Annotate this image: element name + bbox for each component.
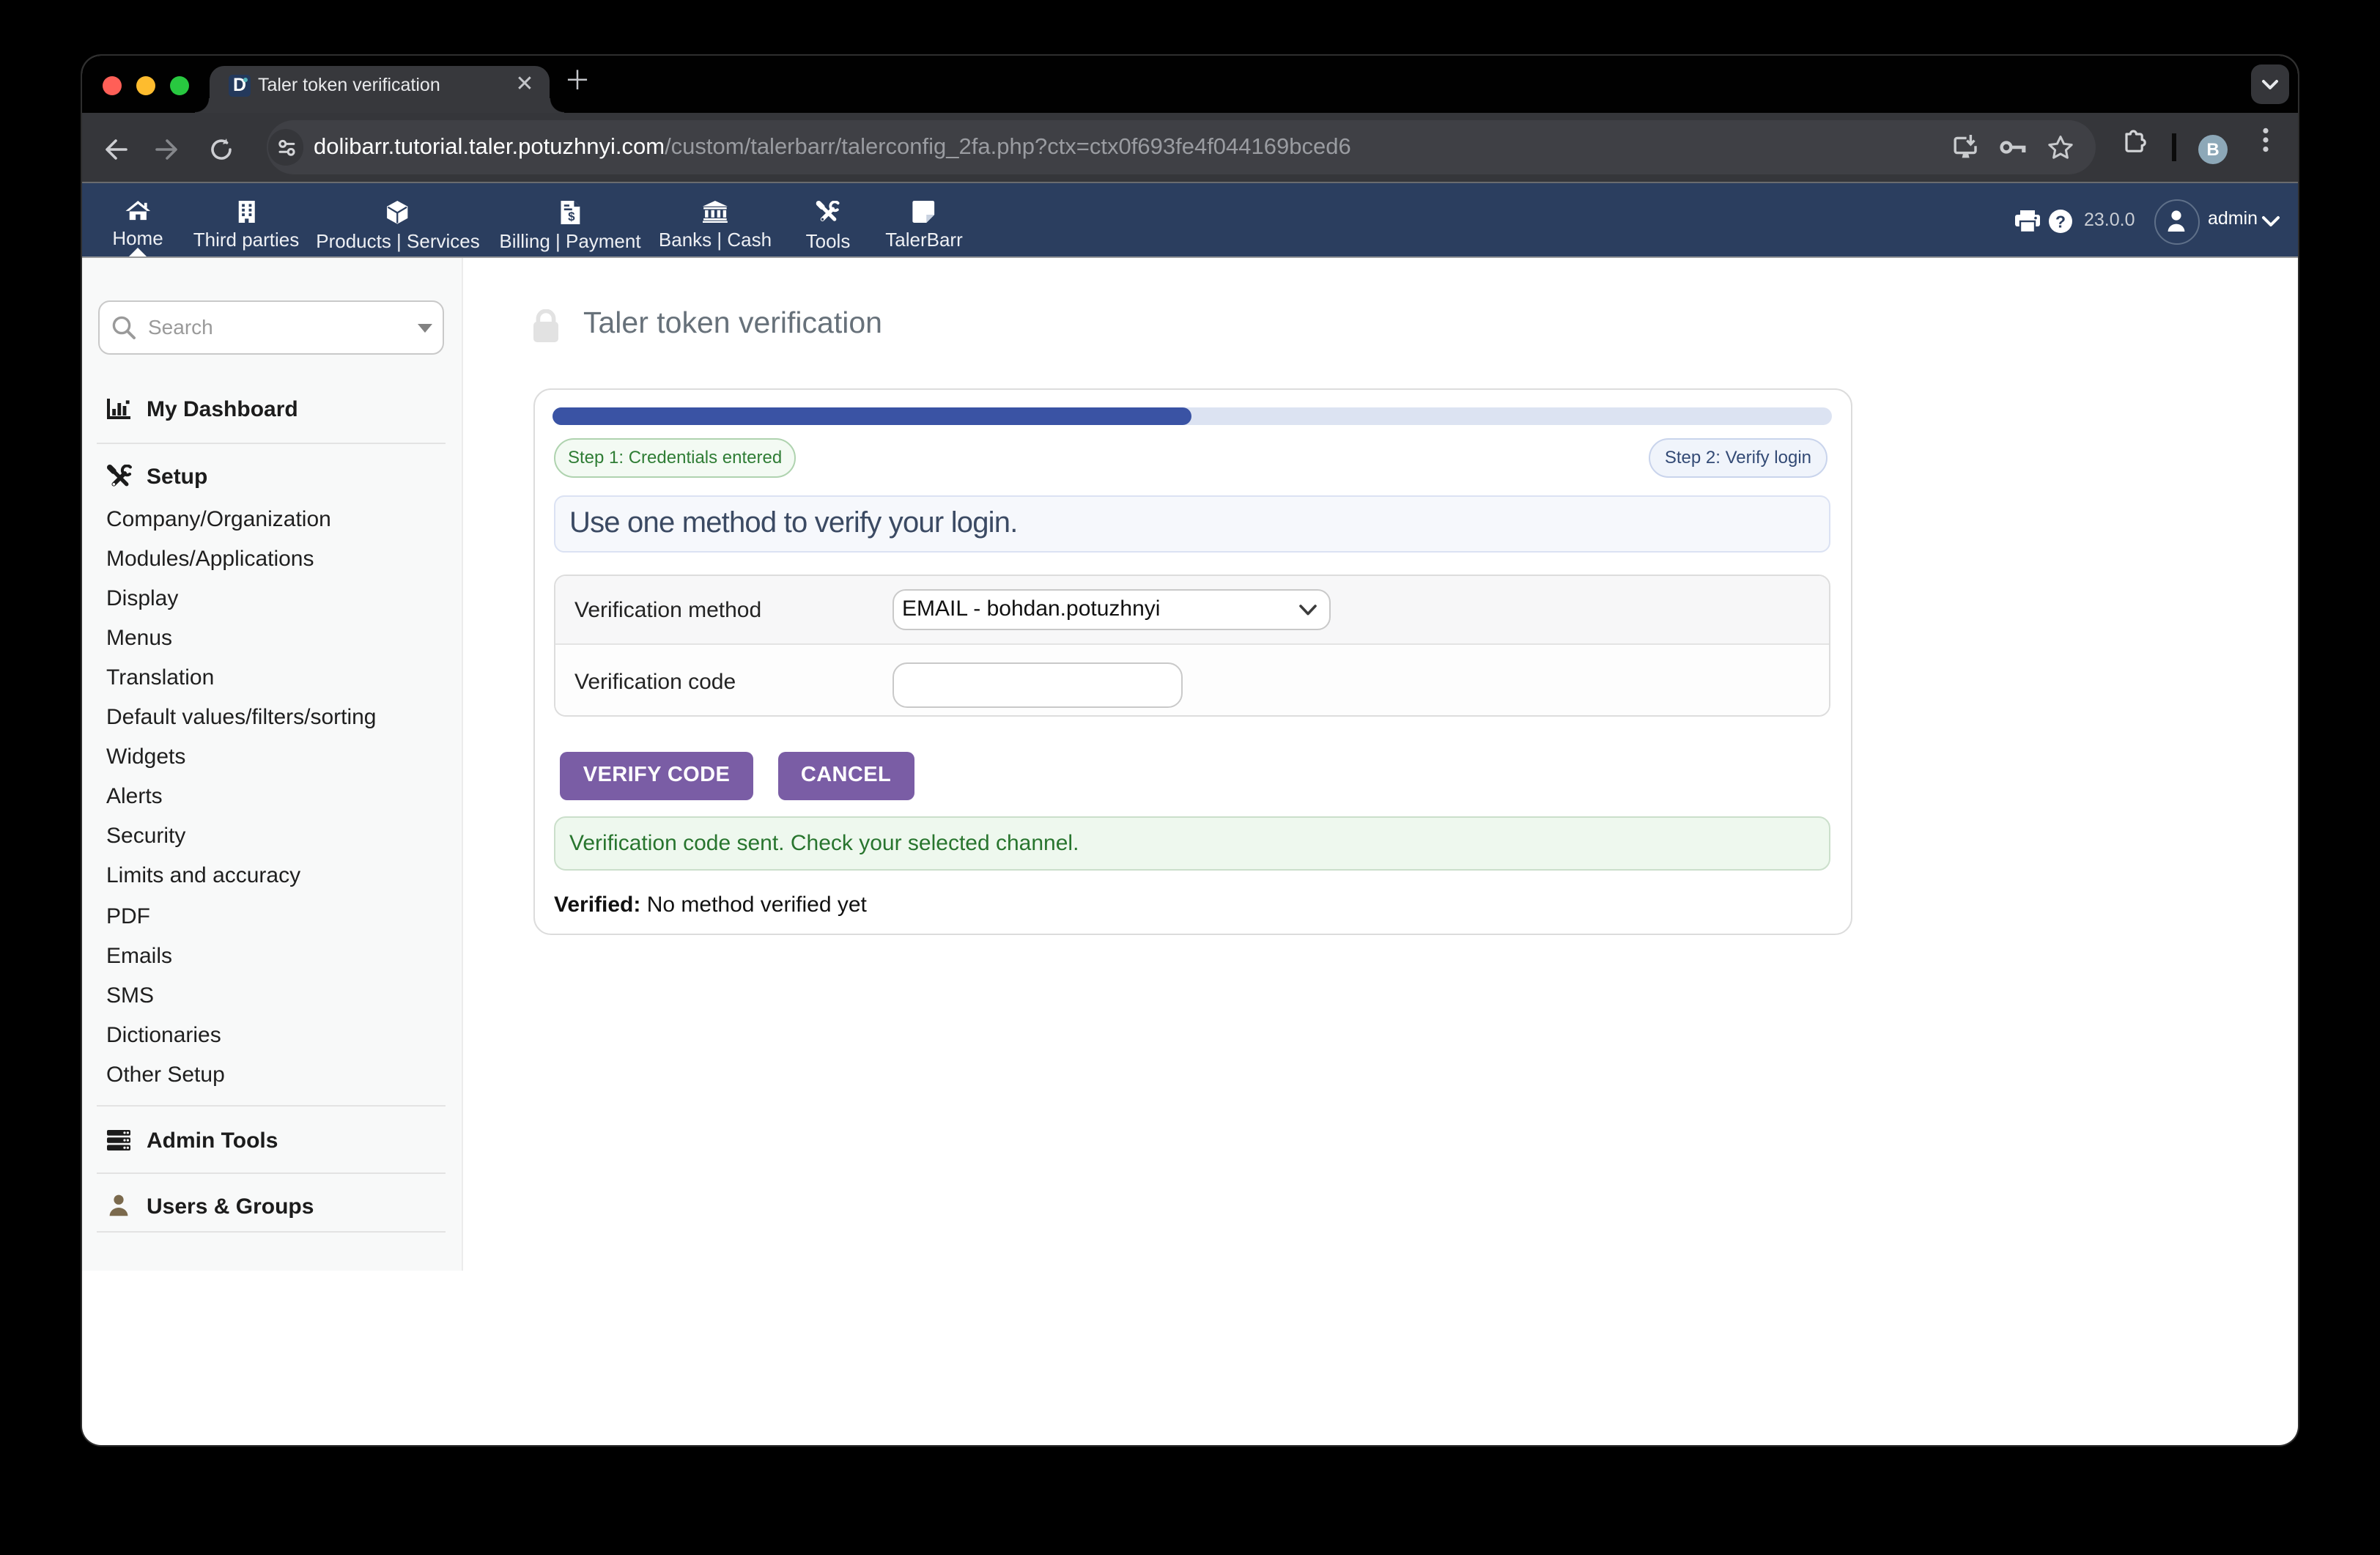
- svg-text:?: ?: [2055, 211, 2066, 230]
- svg-text:$: $: [568, 209, 575, 223]
